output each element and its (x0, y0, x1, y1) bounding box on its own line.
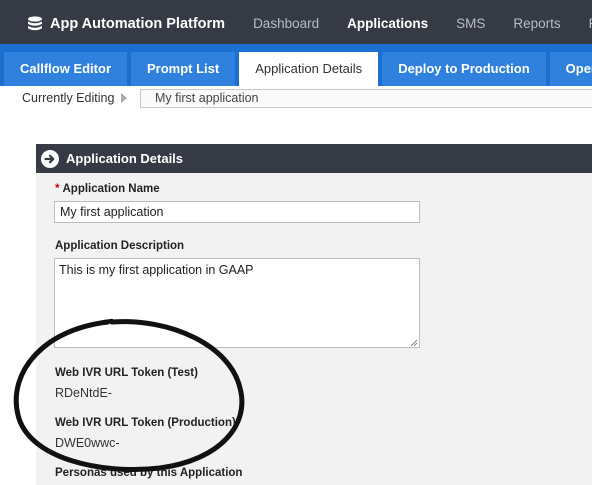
nav-reports[interactable]: Reports (499, 0, 574, 48)
application-description-input[interactable]: This is my first application in GAAP (54, 258, 420, 348)
tab-opening-hours[interactable]: Opening Hours (549, 52, 592, 86)
brand-name: App Automation Platform (50, 16, 226, 32)
panel-header: Application Details (36, 144, 592, 173)
database-icon (26, 15, 44, 33)
token-production-label: Web IVR URL Token (Production) (55, 417, 236, 429)
nav-personas[interactable]: Personas (575, 0, 592, 48)
nav-applications[interactable]: Applications (333, 0, 442, 48)
nav-dashboard[interactable]: Dashboard (239, 0, 333, 48)
brand[interactable]: App Automation Platform (0, 0, 239, 48)
currently-editing-label: Currently Editing (22, 91, 115, 105)
application-name-label-text: Application Name (62, 183, 160, 195)
tab-bar: Callflow Editor Prompt List Application … (0, 44, 592, 86)
arrow-right-circle-icon (41, 149, 59, 168)
tab-callflow-editor[interactable]: Callflow Editor (4, 52, 127, 86)
currently-editing: Currently Editing (22, 88, 128, 108)
required-marker: * (55, 183, 60, 195)
token-test-label: Web IVR URL Token (Test) (55, 367, 198, 379)
current-application-field: My first application (140, 89, 592, 108)
chevron-right-icon (121, 93, 128, 103)
tab-prompt-list[interactable]: Prompt List (131, 52, 236, 86)
personas-label: Personas used by this Application (55, 467, 243, 479)
token-test-value: RDeNtdE- (55, 386, 112, 400)
tab-deploy-to-production[interactable]: Deploy to Production (382, 52, 546, 86)
application-name-input[interactable] (54, 201, 420, 223)
top-navbar: App Automation Platform Dashboard Applic… (0, 0, 592, 48)
nav-sms[interactable]: SMS (442, 0, 499, 48)
application-name-label: * Application Name (55, 183, 160, 195)
tab-application-details[interactable]: Application Details (239, 52, 379, 86)
resize-grip-icon[interactable] (410, 339, 418, 347)
application-description-label: Application Description (55, 240, 185, 252)
token-production-value: DWE0wwc- (55, 436, 120, 450)
panel-title: Application Details (66, 151, 184, 166)
